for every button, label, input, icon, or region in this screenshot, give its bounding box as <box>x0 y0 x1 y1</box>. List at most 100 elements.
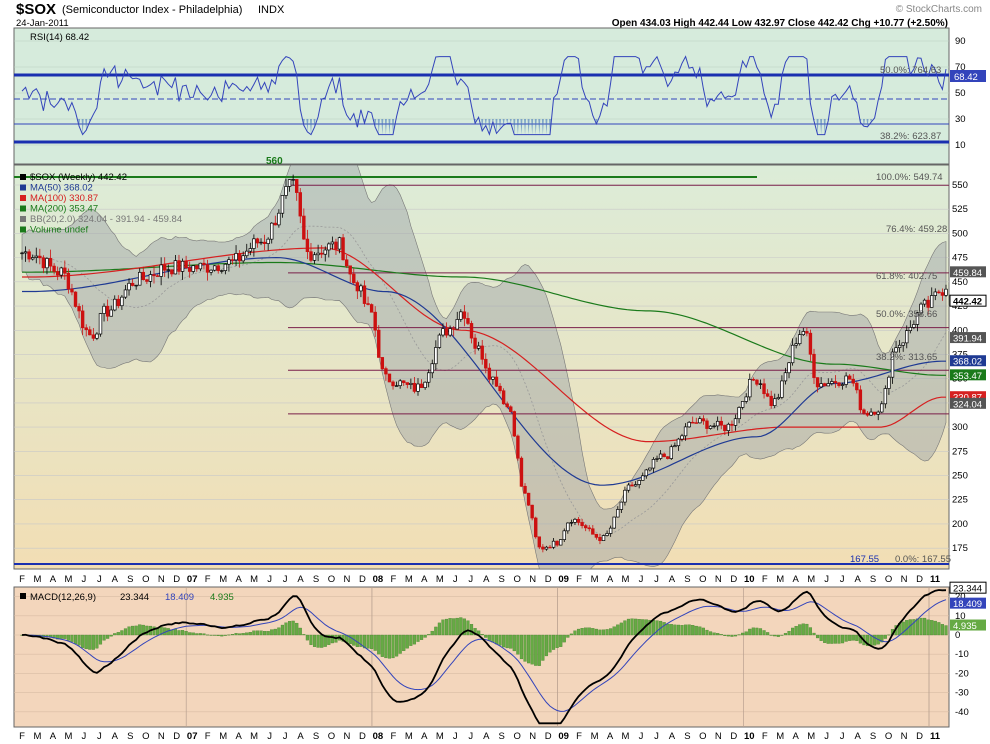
candle-up <box>844 375 848 385</box>
macd-hist-bar <box>537 634 541 666</box>
x-tick-A: A <box>669 574 676 585</box>
macd-hist-bar <box>163 627 167 636</box>
x-tick-M: M <box>591 574 599 585</box>
candle-up <box>680 435 684 440</box>
candle-up <box>612 516 616 529</box>
macd-hist-bar <box>73 634 78 644</box>
x-tick-S: S <box>127 731 133 742</box>
candle-up <box>773 398 777 406</box>
x-tick-N: N <box>901 574 908 585</box>
x-tick-M: M <box>250 574 258 585</box>
x-tick-J: J <box>840 574 845 585</box>
macd-hist-bar <box>708 631 713 636</box>
candle-down <box>769 395 773 406</box>
macd-hist-bar <box>259 630 263 636</box>
macd-hist-bar <box>933 620 937 636</box>
x-tick-M: M <box>622 731 630 742</box>
macd-hist-bar <box>719 634 723 636</box>
candle-down <box>202 262 206 265</box>
candle-down <box>480 345 484 360</box>
candle-up <box>327 243 331 251</box>
stock-chart: $SOX (Semiconductor Index - Philadelphia… <box>13 1 987 742</box>
macd-hist-bar <box>780 634 784 636</box>
candle-up <box>323 249 327 255</box>
macd-right-label: 18.409 <box>953 599 982 610</box>
x-tick-N: N <box>901 731 908 742</box>
candle-down <box>52 265 56 272</box>
candle-down <box>366 303 370 305</box>
macd-hist-bar <box>741 632 745 636</box>
symbol: $SOX <box>16 1 56 18</box>
candle-down <box>155 275 160 277</box>
candle-down <box>723 424 727 431</box>
candle-down <box>391 381 395 387</box>
macd-right-labels: 23.344 18.409 4.935 <box>949 581 987 632</box>
candle-up <box>434 347 438 365</box>
macd-hist-bar <box>437 622 441 636</box>
candle-up <box>880 403 884 413</box>
macd-hist-bar <box>794 626 798 636</box>
rsi-label: RSI(14) 68.42 <box>30 32 89 43</box>
candle-up <box>198 262 203 270</box>
candle-up <box>901 342 905 346</box>
candle-up <box>573 518 577 523</box>
macd-hist-bar <box>305 634 309 641</box>
macd-hist-bar <box>601 629 606 636</box>
fib-label: 76.4%: 459.28 <box>886 224 947 235</box>
macd-hist-bar <box>291 620 295 636</box>
macd-hist-bar <box>270 629 274 636</box>
x-tick-N: N <box>529 574 536 585</box>
legend-swatch <box>20 226 26 233</box>
candle-down <box>419 383 424 389</box>
candle-up <box>840 384 845 386</box>
right-value-label: 324.04 <box>953 399 982 410</box>
marker-560-label: 560 <box>266 156 283 167</box>
legend-entry: Volume undef <box>30 225 88 236</box>
macd-hist-bar <box>576 628 581 636</box>
macd-hist-bar <box>466 620 470 636</box>
macd-hist-bar <box>591 628 595 636</box>
candle-up <box>220 270 224 272</box>
candle-up <box>427 372 431 383</box>
macd-hist-bar <box>755 627 759 636</box>
x-tick-A: A <box>50 574 57 585</box>
macd-tick--30: -30 <box>955 688 969 699</box>
macd-hist-bar <box>523 634 527 662</box>
macd-hist-bar <box>309 634 313 645</box>
candle-up <box>608 527 613 534</box>
candle-down <box>237 253 242 262</box>
macd-hist-bar <box>791 627 795 636</box>
x-tick-J: J <box>468 574 473 585</box>
candle-down <box>598 536 602 541</box>
candle-up <box>798 334 802 345</box>
candle-down <box>501 390 506 405</box>
candle-down <box>295 179 299 193</box>
candle-up <box>708 425 713 429</box>
macd-hist-bar <box>384 634 388 659</box>
chart-header: $SOX (Semiconductor Index - Philadelphia… <box>16 1 982 29</box>
x-tick-08: 08 <box>373 731 384 742</box>
low-value-label: 167.55 <box>850 554 879 565</box>
candle-up <box>780 380 784 398</box>
x-tick-S: S <box>499 574 505 585</box>
macd-hist-bar <box>634 618 638 636</box>
macd-hist-bar <box>223 634 227 636</box>
macd-hist-bar <box>683 624 688 636</box>
candle-down <box>594 533 599 538</box>
legend-entry: BB(20,2.0) 324.04 - 391.94 - 459.84 <box>30 214 182 225</box>
x-tick-S: S <box>870 574 876 585</box>
macd-hist-bar <box>594 628 598 636</box>
x-tick-O: O <box>142 731 149 742</box>
macd-hist-bar <box>263 631 267 636</box>
rsi-tick-50: 50 <box>955 88 966 99</box>
macd-hist-bar <box>691 625 695 636</box>
macd-hist-bar <box>312 634 317 647</box>
candle-down <box>534 517 538 538</box>
macd-hist-bar <box>123 628 128 636</box>
candle-down <box>512 411 517 437</box>
candle-down <box>541 546 545 550</box>
candle-up <box>59 267 63 276</box>
x-tick-J: J <box>267 574 272 585</box>
macd-hist-bar <box>919 617 923 636</box>
x-tick-A: A <box>669 731 676 742</box>
